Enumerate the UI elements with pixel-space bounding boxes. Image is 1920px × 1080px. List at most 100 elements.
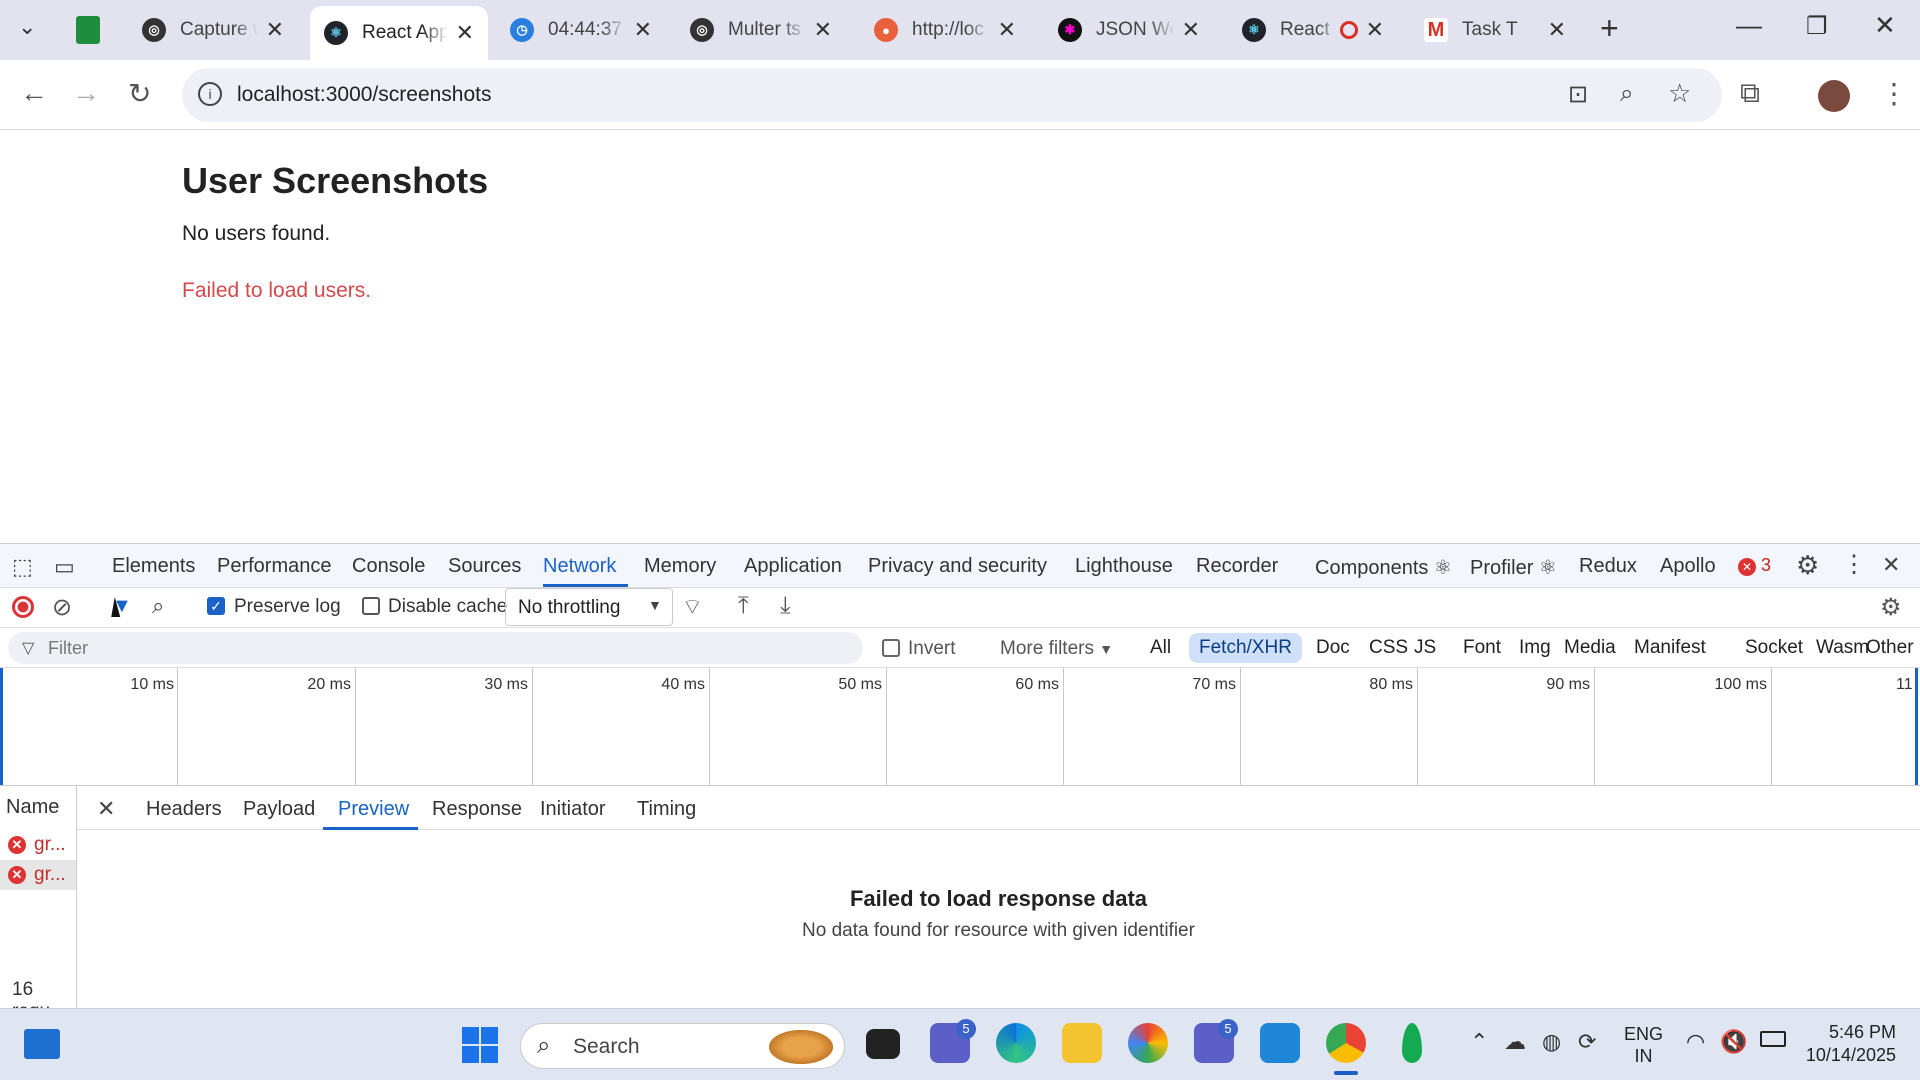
upload-har-icon[interactable]: ⤒ bbox=[738, 592, 749, 620]
devtools-tab-redux[interactable]: Redux bbox=[1579, 555, 1637, 578]
show-hidden-icons[interactable]: ⌃ bbox=[1470, 1029, 1488, 1055]
clear-icon[interactable]: ⊘ bbox=[52, 593, 72, 622]
type-filter-font[interactable]: Font bbox=[1453, 633, 1511, 663]
download-har-icon[interactable]: ⤓ bbox=[780, 592, 791, 620]
devtools-tab-application[interactable]: Application bbox=[744, 555, 842, 578]
language-indicator[interactable]: ENG IN bbox=[1624, 1023, 1663, 1067]
restore-icon[interactable]: ❐ bbox=[1806, 12, 1828, 41]
record-icon[interactable] bbox=[12, 596, 34, 618]
task-view-icon[interactable] bbox=[866, 1029, 900, 1059]
close-tab-icon[interactable]: ✕ bbox=[1548, 17, 1566, 43]
devtools-more-icon[interactable]: ⋮ bbox=[1842, 550, 1866, 579]
mongodb-icon[interactable] bbox=[1402, 1023, 1422, 1063]
close-tab-icon[interactable]: ✕ bbox=[634, 17, 652, 43]
sheets-icon[interactable] bbox=[76, 16, 100, 44]
install-app-icon[interactable]: ⊡ bbox=[1568, 80, 1588, 109]
close-tab-icon[interactable]: ✕ bbox=[998, 17, 1016, 43]
type-filter-doc[interactable]: Doc bbox=[1306, 633, 1360, 663]
start-windows-icon[interactable] bbox=[462, 1027, 498, 1063]
timeline-handle-left[interactable] bbox=[0, 668, 3, 786]
tab-task[interactable]: M Task T ✕ bbox=[1410, 6, 1580, 54]
devtools-tab-apollo[interactable]: Apollo bbox=[1660, 555, 1716, 578]
tab-search-chevron-icon[interactable]: ⌄ bbox=[18, 14, 36, 40]
edge-icon[interactable] bbox=[996, 1023, 1036, 1063]
network-settings-icon[interactable]: ⚙ bbox=[1880, 593, 1902, 622]
type-filter-other[interactable]: Other bbox=[1856, 633, 1920, 663]
menu-kebab-icon[interactable]: ⋮ bbox=[1880, 77, 1908, 110]
device-toolbar-icon[interactable]: ▭ bbox=[54, 554, 75, 580]
close-tab-icon[interactable]: ✕ bbox=[266, 17, 284, 43]
network-conditions-icon[interactable]: ⌔ bbox=[682, 593, 703, 621]
disable-cache-checkbox[interactable] bbox=[362, 597, 380, 615]
type-filter-manifest[interactable]: Manifest bbox=[1624, 633, 1716, 663]
throttling-select[interactable]: No throttling ▼ bbox=[505, 588, 673, 626]
devtools-close-icon[interactable]: ✕ bbox=[1882, 552, 1900, 578]
type-filter-media[interactable]: Media bbox=[1554, 633, 1626, 663]
devtools-tab-privacy[interactable]: Privacy and security bbox=[868, 555, 1047, 578]
devtools-tab-components[interactable]: Components ⚛ bbox=[1315, 555, 1452, 580]
devtools-tab-memory[interactable]: Memory bbox=[644, 555, 716, 578]
request-row-selected[interactable]: ✕ gr... bbox=[0, 860, 76, 890]
taskbar-search-box[interactable]: ⌕ Search bbox=[520, 1023, 845, 1069]
site-info-icon[interactable]: i bbox=[198, 82, 222, 106]
tab-react[interactable]: ⚛ React ✕ bbox=[1228, 6, 1398, 54]
panel-tab-payload[interactable]: Payload bbox=[243, 798, 315, 821]
reload-icon[interactable]: ↻ bbox=[128, 77, 151, 110]
tab-timestamp[interactable]: ◷ 04:44:37 - ✕ bbox=[496, 6, 666, 54]
tab-localhost[interactable]: ● http://loc ✕ bbox=[860, 6, 1030, 54]
address-bar[interactable]: i localhost:3000/screenshots ⊡ ⌕ ☆ bbox=[182, 68, 1722, 122]
panel-tab-preview[interactable]: Preview bbox=[338, 798, 409, 821]
photos-icon[interactable] bbox=[1128, 1023, 1168, 1063]
invert-checkbox[interactable] bbox=[882, 639, 900, 657]
sync-icon[interactable]: ⟳ bbox=[1578, 1029, 1596, 1055]
zoom-icon[interactable]: ⌕ bbox=[1620, 80, 1633, 108]
extensions-icon[interactable]: ⧉ bbox=[1740, 77, 1760, 110]
battery-icon[interactable] bbox=[1760, 1031, 1786, 1047]
devtools-tab-recorder[interactable]: Recorder bbox=[1196, 555, 1278, 578]
chrome-icon[interactable] bbox=[1326, 1023, 1366, 1063]
error-count-badge[interactable]: ✕ 3 bbox=[1738, 555, 1771, 576]
url-text[interactable]: localhost:3000/screenshots bbox=[237, 83, 492, 107]
file-explorer-icon[interactable] bbox=[1062, 1023, 1102, 1063]
close-tab-icon[interactable]: ✕ bbox=[814, 17, 832, 43]
panel-tab-response[interactable]: Response bbox=[432, 798, 522, 821]
clock[interactable]: 5:46 PM 10/14/2025 bbox=[1800, 1021, 1896, 1067]
close-tab-icon[interactable]: ✕ bbox=[456, 20, 474, 46]
panel-tab-timing[interactable]: Timing bbox=[637, 798, 696, 821]
devtools-tab-network[interactable]: Network bbox=[543, 555, 616, 578]
tab-jwt[interactable]: ✱ JSON Web ✕ bbox=[1044, 6, 1214, 54]
widgets-icon[interactable] bbox=[24, 1029, 60, 1059]
type-filter-fetch-xhr[interactable]: Fetch/XHR bbox=[1189, 633, 1302, 663]
type-filter-img[interactable]: Img bbox=[1509, 633, 1561, 663]
tab-capture[interactable]: ◎ Capture w ✕ bbox=[128, 6, 298, 54]
search-icon[interactable]: ⌕ bbox=[152, 593, 164, 619]
onedrive-off-icon[interactable]: ☁ bbox=[1504, 1029, 1526, 1055]
filter-input[interactable]: ▽ Filter bbox=[8, 632, 863, 664]
type-filter-socket[interactable]: Socket bbox=[1735, 633, 1813, 663]
devtools-tab-console[interactable]: Console bbox=[352, 555, 425, 578]
type-filter-all[interactable]: All bbox=[1140, 633, 1181, 663]
devtools-tab-profiler[interactable]: Profiler ⚛ bbox=[1470, 555, 1557, 580]
profile-avatar[interactable] bbox=[1818, 80, 1850, 112]
timeline-handle-right[interactable] bbox=[1915, 668, 1918, 786]
devtools-tab-elements[interactable]: Elements bbox=[112, 555, 195, 578]
tab-react-app[interactable]: ⚛ React App ✕ bbox=[310, 6, 488, 60]
panel-tab-headers[interactable]: Headers bbox=[146, 798, 222, 821]
volume-muted-icon[interactable]: 🔇 bbox=[1720, 1029, 1747, 1055]
more-filters-dropdown[interactable]: More filters ▼ bbox=[1000, 638, 1113, 660]
request-row[interactable]: ✕ gr... bbox=[0, 830, 76, 860]
back-icon[interactable]: ← bbox=[20, 77, 48, 109]
devtools-tab-performance[interactable]: Performance bbox=[217, 555, 332, 578]
new-tab-button[interactable]: + bbox=[1600, 10, 1619, 47]
vpn-icon[interactable]: ◍ bbox=[1542, 1029, 1561, 1055]
panel-tab-initiator[interactable]: Initiator bbox=[540, 798, 606, 821]
minimize-icon[interactable]: — bbox=[1736, 10, 1762, 41]
preserve-log-checkbox[interactable]: ✓ bbox=[207, 597, 225, 615]
inspect-element-icon[interactable]: ⬚ bbox=[12, 554, 33, 580]
network-timeline[interactable]: 10 ms 20 ms 30 ms 40 ms 50 ms 60 ms 70 m… bbox=[0, 667, 1920, 786]
devtools-settings-icon[interactable]: ⚙ bbox=[1796, 550, 1819, 581]
forward-icon[interactable]: → bbox=[72, 77, 100, 109]
close-tab-icon[interactable]: ✕ bbox=[1366, 17, 1384, 43]
vscode-icon[interactable] bbox=[1260, 1023, 1300, 1063]
type-filter-js[interactable]: JS bbox=[1404, 633, 1446, 663]
